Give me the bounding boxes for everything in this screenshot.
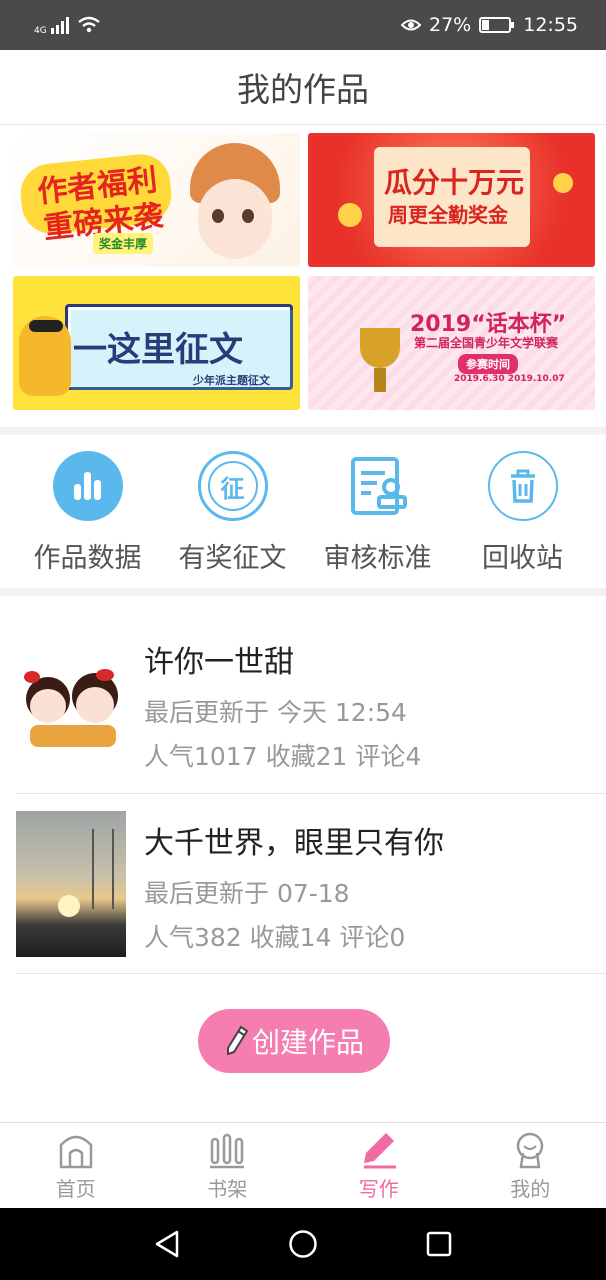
- quick-label: 有奖征文: [178, 543, 287, 574]
- back-icon[interactable]: [153, 1229, 181, 1259]
- tab-label: 写作: [358, 1177, 399, 1201]
- quick-work-data[interactable]: 作品数据: [15, 436, 160, 588]
- banner-badge: 奖金丰厚: [93, 233, 154, 254]
- work-updated: 最后更新于 07-18: [144, 879, 350, 908]
- pen-icon: [363, 1133, 396, 1169]
- bottom-tab-bar: 首页 书架 写作 我的: [0, 1122, 606, 1208]
- work-cover: [16, 811, 126, 957]
- signal-icon: [50, 16, 69, 34]
- list-divider: [16, 973, 606, 974]
- section-divider: [0, 588, 606, 596]
- page-title-bar: 我的作品: [0, 50, 606, 125]
- eye-comfort-icon: [401, 19, 421, 31]
- quick-label: 审核标准: [323, 543, 432, 574]
- coin-icon: [553, 173, 573, 193]
- create-work-label: 创建作品: [251, 1026, 364, 1059]
- work-item[interactable]: 大千世界，眼里只有你 最后更新于 07-18 人气382 收藏14 评论0: [0, 794, 606, 974]
- tab-write[interactable]: 写作: [303, 1123, 455, 1208]
- clock: 12:55: [523, 14, 578, 36]
- work-title: 大千世界，眼里只有你: [144, 826, 444, 861]
- banner-badge: 参赛时间: [458, 354, 518, 374]
- tab-label: 首页: [55, 1177, 96, 1201]
- banner-line1: 一这里征文: [73, 330, 243, 370]
- bar-chart-icon: [52, 451, 123, 521]
- network-type: 4G: [34, 26, 47, 36]
- system-nav-bar: [0, 1208, 606, 1280]
- battery-fill: [482, 20, 490, 30]
- quick-actions: 作品数据 征 有奖征文 审核标准 回收站: [0, 436, 606, 588]
- tab-label: 我的: [510, 1177, 551, 1201]
- profile-icon: [517, 1132, 544, 1169]
- quick-essay-contest[interactable]: 征 有奖征文: [160, 436, 305, 588]
- trophy-icon: [360, 328, 400, 368]
- banner-sub: 少年派主题征文: [193, 374, 270, 387]
- contest-icon: 征: [197, 451, 268, 521]
- document-stamp-icon: [343, 451, 413, 521]
- wifi-icon: [77, 16, 100, 33]
- coin-icon: [338, 203, 362, 227]
- quick-label: 作品数据: [33, 543, 142, 574]
- banner-huaben-cup[interactable]: 2019“话本杯” 第二届全国青少年文学联赛 参赛时间 2019.6.30 20…: [308, 276, 595, 410]
- recents-icon[interactable]: [425, 1230, 453, 1258]
- tab-home[interactable]: 首页: [0, 1123, 152, 1208]
- banner-essay-contest[interactable]: 一这里征文 少年派主题征文: [13, 276, 300, 410]
- work-stats: 人气382 收藏14 评论0: [144, 923, 406, 952]
- work-cover: [16, 641, 126, 787]
- page-title: 我的作品: [237, 70, 369, 109]
- banner-line2: 周更全勤奖金: [388, 203, 508, 227]
- home-circle-icon[interactable]: [288, 1229, 318, 1259]
- quick-review-standards[interactable]: 审核标准: [305, 436, 450, 588]
- bookshelf-icon: [210, 1133, 245, 1169]
- banner-dates: 2019.6.30 2019.10.07: [454, 374, 565, 384]
- home-icon: [59, 1135, 92, 1169]
- work-title: 许你一世甜: [144, 645, 294, 680]
- section-divider: [0, 427, 606, 435]
- quick-label: 回收站: [482, 543, 563, 574]
- work-item[interactable]: 许你一世甜 最后更新于 今天 12:54 人气1017 收藏21 评论4: [0, 613, 606, 793]
- quick-recycle-bin[interactable]: 回收站: [450, 436, 595, 588]
- battery-percent: 27%: [429, 14, 472, 36]
- create-work-button[interactable]: 创建作品: [198, 1009, 390, 1073]
- tab-profile[interactable]: 我的: [455, 1123, 606, 1208]
- tab-label: 书架: [207, 1177, 248, 1201]
- status-bar: 4G 27% 12:55: [0, 0, 606, 50]
- anime-girl-illustration: [180, 143, 290, 267]
- banner-line2: 第二届全国青少年文学联赛: [414, 336, 559, 350]
- banner-line1: 瓜分十万元: [384, 166, 525, 199]
- battery-icon: [479, 17, 515, 33]
- banner-author-benefits[interactable]: 作者福利 重磅来袭 奖金丰厚: [13, 133, 300, 267]
- banner-bonus[interactable]: 瓜分十万元 周更全勤奖金: [308, 133, 595, 267]
- trash-icon: [487, 451, 558, 521]
- pencil-icon: [226, 1025, 249, 1056]
- tab-bookshelf[interactable]: 书架: [152, 1123, 304, 1208]
- work-updated: 最后更新于 今天 12:54: [144, 698, 407, 727]
- work-stats: 人气1017 收藏21 评论4: [144, 742, 422, 771]
